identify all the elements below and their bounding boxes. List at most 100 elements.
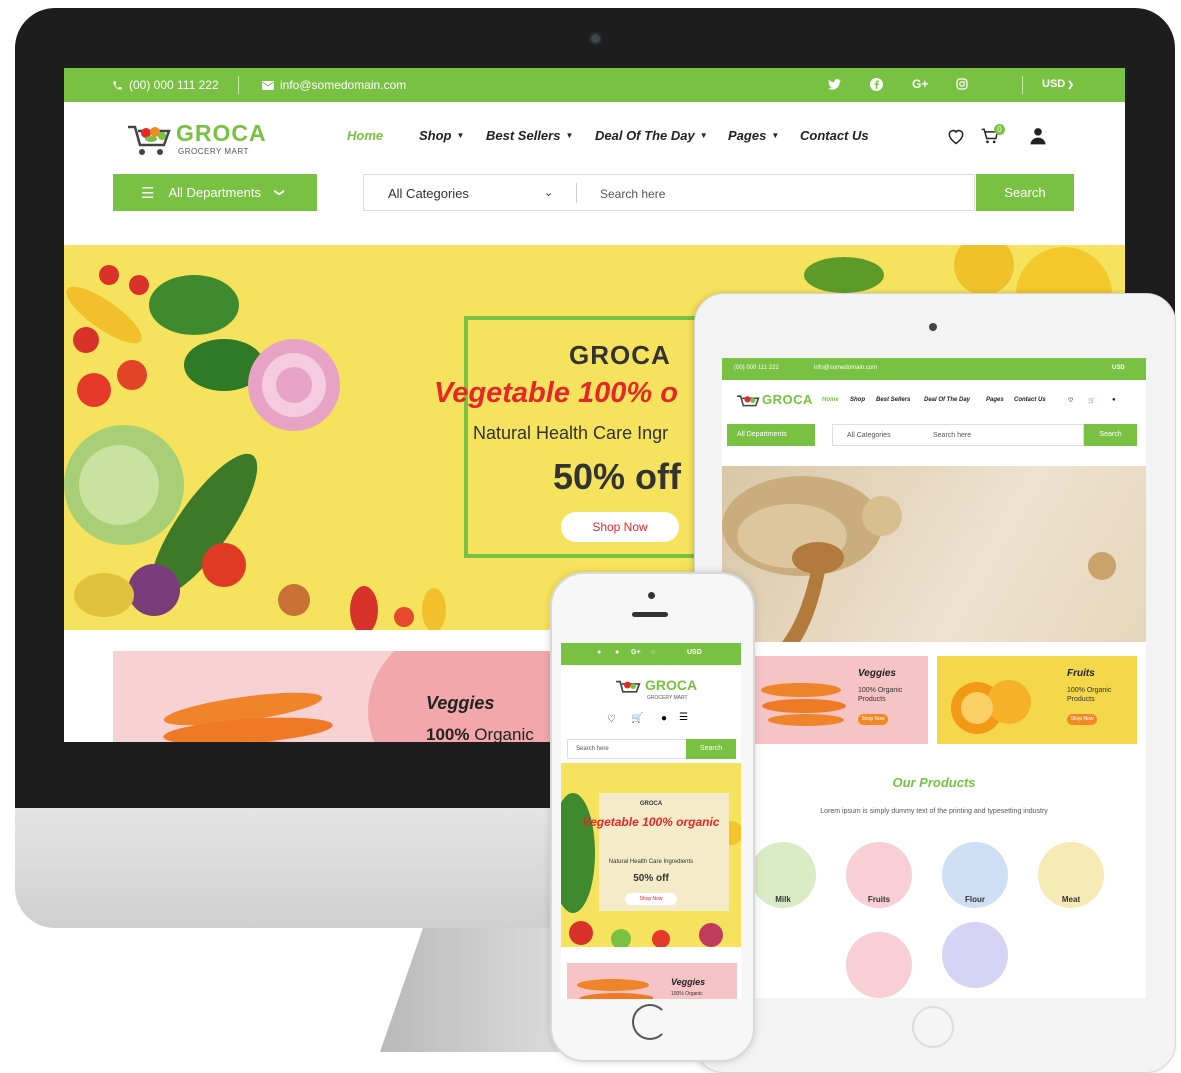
phone-search-button[interactable]: Search — [686, 739, 736, 759]
tablet-search-input[interactable]: Search here — [933, 432, 971, 439]
tablet-phone[interactable]: (00) 000 111 222 — [734, 365, 779, 371]
hero-subtitle: Natural Health Care Ingr — [473, 423, 669, 443]
phone-home-button[interactable] — [632, 1004, 668, 1040]
caret-down-icon: ▼ — [699, 131, 708, 140]
our-products-heading: Our Products — [892, 775, 976, 790]
tablet-departments-button[interactable]: All Departments — [727, 424, 815, 446]
twitter-icon[interactable]: ● — [597, 649, 601, 656]
tablet-fruits-shop-button[interactable]: Shop Now — [1067, 714, 1097, 725]
tablet-category-select[interactable]: All Categories — [847, 432, 891, 439]
tablet-fruits-text: 100% Organic Products — [1067, 687, 1112, 703]
tablet-currency[interactable]: USD — [1112, 365, 1125, 371]
nav-shop[interactable]: Shop ▼ — [419, 128, 464, 143]
tablet-email[interactable]: info@somedomain.com — [814, 365, 877, 371]
cart-icon[interactable]: 🛒 — [1088, 397, 1095, 404]
tablet-nav-pages[interactable]: Pages — [986, 397, 1004, 403]
nav-home[interactable]: Home — [347, 128, 383, 143]
facebook-icon[interactable] — [870, 78, 883, 91]
tablet-top-bar: (00) 000 111 222 info@somedomain.com USD — [722, 358, 1146, 380]
search-button[interactable]: Search — [976, 174, 1074, 211]
all-departments-button[interactable]: ☰ All Departments ❯ — [113, 174, 317, 211]
facebook-icon[interactable]: ● — [615, 649, 619, 656]
phone-promo-title: Veggies — [671, 977, 706, 987]
phone-veggies-promo[interactable]: Veggies 100% Organic — [567, 963, 737, 999]
grains-image — [722, 476, 1116, 642]
tablet-nav-contact[interactable]: Contact Us — [1014, 397, 1046, 403]
googleplus-icon[interactable]: G+ — [631, 649, 641, 656]
phone-screen: ● ● G+ ○ USD GROCA GROCERY MART ♡ 🛒 ● ☰ … — [561, 643, 741, 999]
category-fruits-label: Fruits — [867, 895, 891, 904]
search-input[interactable]: Search here — [600, 187, 665, 201]
webcam-icon — [591, 34, 600, 43]
phone-contact[interactable]: (00) 000 111 222 — [112, 78, 219, 92]
promo-title: Veggies — [426, 693, 495, 713]
tablet-nav-deal[interactable]: Deal Of The Day — [924, 397, 970, 403]
cart-icon[interactable]: 🛒 — [631, 713, 643, 724]
category-flour-label: Flour — [965, 895, 985, 904]
instagram-icon[interactable]: ○ — [651, 649, 655, 656]
nav-deal-of-the-day[interactable]: Deal Of The Day ▼ — [595, 128, 708, 143]
carrots-image — [163, 692, 333, 742]
nav-best-sellers-label: Best Sellers — [486, 128, 561, 143]
instagram-icon[interactable] — [956, 78, 968, 90]
heart-icon[interactable]: ♡ — [607, 714, 616, 725]
logo-cart-icon[interactable] — [736, 394, 760, 412]
googleplus-icon[interactable]: G+ — [912, 77, 928, 91]
phone-promo-text: 100% Organic — [671, 991, 703, 997]
tablet-veggies-title: Veggies — [858, 668, 896, 679]
chevron-down-icon: ⌄ — [544, 187, 554, 199]
phone-search-input[interactable]: Search here — [567, 739, 687, 759]
tablet-home-button[interactable] — [912, 1006, 954, 1048]
caret-down-icon: ▼ — [565, 131, 574, 140]
tablet-camera-icon — [929, 323, 937, 331]
phone-hero-title: Vegetable 100% organic — [582, 815, 720, 829]
logo-cart-icon[interactable] — [615, 679, 641, 699]
promo-percent: 100% — [426, 725, 470, 742]
logo-cart-icon[interactable] — [126, 123, 172, 157]
phone-currency[interactable]: USD — [687, 649, 702, 656]
vegetables-image — [64, 265, 340, 617]
nav-best-sellers[interactable]: Best Sellers ▼ — [486, 128, 573, 143]
logo-name[interactable]: GROCA — [176, 120, 267, 147]
email-contact[interactable]: info@somedomain.com — [262, 78, 406, 92]
currency-select[interactable]: USD ❯ — [1042, 78, 1074, 90]
menu-icon[interactable]: ☰ — [679, 712, 688, 723]
category-seafood[interactable] — [942, 922, 1008, 988]
search-bar: All Categories ⌄ Search here — [363, 174, 975, 211]
user-icon[interactable] — [1028, 126, 1048, 146]
phone-logo-tagline: GROCERY MART — [647, 695, 688, 701]
user-icon[interactable]: ● — [661, 713, 667, 724]
tablet-screen: (00) 000 111 222 info@somedomain.com USD… — [722, 358, 1146, 998]
tablet-nav-home[interactable]: Home — [822, 397, 839, 403]
phone-logo-name[interactable]: GROCA — [645, 677, 697, 693]
caret-down-icon: ▼ — [456, 131, 465, 140]
category-peppers[interactable] — [846, 932, 912, 998]
veggies-promo[interactable]: Veggies 100% Organic — [113, 651, 553, 742]
phone-number: (00) 000 111 222 — [129, 78, 219, 92]
phone-camera-icon — [648, 592, 655, 599]
tablet-logo-name[interactable]: GROCA — [762, 392, 813, 407]
tablet-nav-best-sellers[interactable]: Best Sellers — [876, 397, 910, 403]
heart-icon[interactable] — [946, 126, 966, 146]
tablet-search-button[interactable]: Search — [1084, 424, 1137, 446]
category-select[interactable]: All Categories — [388, 186, 469, 201]
carrots-image — [761, 683, 846, 726]
phone-hero-brand: GROCA — [639, 801, 663, 807]
nav-pages[interactable]: Pages ▼ — [728, 128, 779, 143]
tablet-veggies-shop-button[interactable]: Shop Now — [858, 714, 888, 725]
phone-icon — [113, 80, 122, 90]
tablet-veggies-promo[interactable]: Veggies 100% Organic Products Shop Now — [750, 656, 928, 744]
nav-pages-label: Pages — [728, 128, 767, 143]
menu-icon: ☰ — [141, 184, 155, 202]
twitter-icon[interactable] — [828, 79, 841, 90]
our-products-subtitle: Lorem ipsum is simply dummy text of the … — [820, 808, 1048, 815]
phone-shop-now-button[interactable]: Shop Now — [625, 893, 677, 905]
chevron-down-icon: ❯ — [273, 188, 285, 197]
shop-now-button[interactable]: Shop Now — [561, 512, 679, 542]
top-bar: (00) 000 111 222 info@somedomain.com G+ … — [64, 68, 1125, 102]
tablet-fruits-promo[interactable]: Fruits 100% Organic Products Shop Now — [937, 656, 1137, 744]
tablet-nav-shop[interactable]: Shop — [850, 397, 865, 403]
user-icon[interactable]: ● — [1112, 397, 1116, 403]
heart-icon[interactable]: ♡ — [1068, 397, 1073, 404]
nav-contact-us[interactable]: Contact Us — [800, 128, 869, 143]
